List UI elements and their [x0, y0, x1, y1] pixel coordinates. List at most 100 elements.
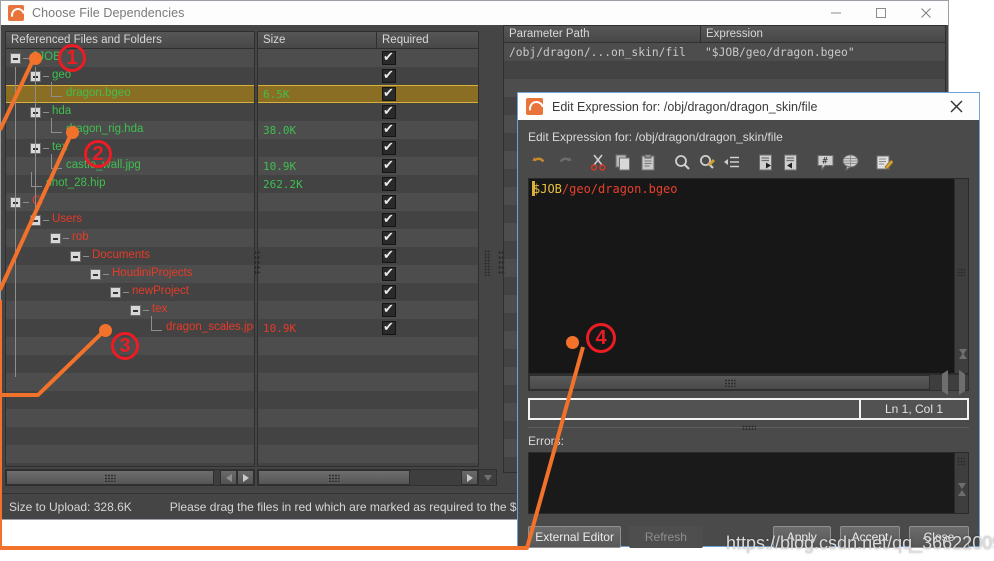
close-button[interactable] — [903, 1, 948, 25]
expand-collapse-icon[interactable] — [110, 286, 121, 298]
editor-status-field[interactable] — [528, 398, 859, 420]
insert-before-icon[interactable] — [780, 151, 803, 173]
required-cell[interactable] — [382, 193, 400, 211]
tree-node[interactable]: dragon_rig.hda — [50, 117, 143, 139]
editor-vscroll-grip[interactable] — [957, 268, 965, 278]
size-row[interactable] — [258, 211, 478, 229]
size-hscrollbar[interactable] — [257, 469, 479, 486]
tree-node[interactable]: rob — [50, 229, 89, 247]
tree-row[interactable]: tex — [6, 139, 254, 157]
required-cell[interactable] — [382, 103, 400, 121]
tree-node[interactable]: Users — [30, 211, 82, 229]
required-cell[interactable] — [382, 247, 400, 265]
panel-splitter-grip-2[interactable] — [498, 250, 505, 276]
maximize-button[interactable] — [858, 1, 903, 25]
required-cell[interactable] — [382, 301, 400, 319]
errors-scroll-down-button[interactable] — [958, 483, 966, 507]
tree-node[interactable]: dragon_scales.jpg — [150, 315, 254, 337]
tree-row[interactable]: geo — [6, 67, 254, 85]
checkmark-icon[interactable] — [382, 319, 396, 335]
required-cell[interactable] — [382, 211, 400, 229]
expand-collapse-icon[interactable] — [30, 214, 41, 226]
editor-vscrollbar[interactable] — [954, 179, 968, 373]
checkmark-icon[interactable] — [382, 265, 396, 281]
expand-collapse-icon[interactable] — [10, 52, 21, 64]
dialog-splitter[interactable] — [528, 424, 969, 432]
tree-row[interactable]: dragon.bgeo — [6, 81, 254, 103]
tree-size-splitter-grip[interactable] — [254, 250, 261, 276]
tree-rows[interactable]: $JOB geo dragon.bgeo hda dragon_rig.hda tex ca… — [6, 49, 254, 466]
tree-node[interactable]: Documents — [70, 247, 150, 265]
tree-row[interactable]: HoudiniProjects — [6, 265, 254, 283]
required-cell[interactable] — [382, 139, 400, 157]
size-row[interactable] — [258, 247, 478, 265]
indent-icon[interactable] — [721, 151, 744, 173]
required-cell[interactable] — [382, 157, 400, 175]
required-cell[interactable] — [382, 175, 400, 193]
required-cell[interactable] — [382, 319, 400, 337]
required-cell[interactable] — [382, 283, 400, 301]
errors-vscroll-grip[interactable] — [957, 457, 965, 466]
checkmark-icon[interactable] — [382, 283, 396, 299]
size-row[interactable] — [258, 67, 478, 85]
errors-vscrollbar[interactable] — [954, 453, 968, 513]
checkmark-icon[interactable] — [382, 175, 396, 191]
checkmark-icon[interactable] — [382, 193, 396, 209]
size-row[interactable]: 38.0K — [258, 121, 478, 139]
paste-icon[interactable] — [637, 151, 660, 173]
checkmark-icon[interactable] — [382, 229, 396, 245]
required-cell[interactable] — [382, 49, 400, 67]
size-scroll-right-button[interactable] — [461, 470, 478, 485]
tree-row[interactable]: hda — [6, 103, 254, 121]
expand-collapse-icon[interactable] — [70, 250, 81, 262]
panel-scroll-down-button[interactable] — [479, 469, 497, 486]
tree-row[interactable]: castle_wall.jpg — [6, 153, 254, 175]
tree-hscrollbar[interactable] — [5, 469, 255, 486]
checkmark-icon[interactable] — [382, 49, 396, 65]
scroll-down-arrow[interactable] — [479, 470, 496, 485]
editor-scroll-down-button[interactable] — [959, 349, 967, 369]
tree-row[interactable]: dragon_rig.hda — [6, 117, 254, 139]
size-row[interactable]: 10.9K — [258, 157, 478, 175]
minimize-button[interactable] — [813, 1, 858, 25]
param-row[interactable]: /obj/dragon/...on_skin/fil "$JOB/geo/drag… — [504, 43, 945, 61]
tree-node[interactable]: dragon.bgeo — [50, 81, 131, 102]
tree-node[interactable]: newProject — [110, 283, 189, 301]
tree-row[interactable]: C: — [6, 193, 254, 211]
copy-icon[interactable] — [612, 151, 635, 173]
size-rows[interactable]: 6.5K 38.0K 10.9K 262.2K 10.9K — [258, 49, 478, 466]
editor-hscroll-thumb[interactable] — [529, 375, 930, 390]
expand-collapse-icon[interactable] — [130, 304, 141, 316]
size-row[interactable] — [258, 193, 478, 211]
required-cell[interactable] — [382, 229, 400, 247]
redo-icon[interactable] — [553, 151, 576, 173]
tree-node[interactable]: tex — [130, 301, 167, 319]
tree-node[interactable]: castle_wall.jpg — [50, 153, 141, 175]
hash-comment-icon[interactable]: # — [814, 151, 837, 173]
checkmark-icon[interactable] — [382, 121, 396, 137]
required-cell[interactable] — [382, 265, 400, 283]
tree-node[interactable]: $JOB — [10, 49, 61, 67]
checkmark-icon[interactable] — [382, 211, 396, 227]
cut-icon[interactable] — [587, 151, 610, 173]
notes-icon[interactable] — [873, 151, 896, 173]
tree-scroll-right-button[interactable] — [237, 470, 254, 485]
tree-row[interactable]: shot_28.hip — [6, 171, 254, 193]
required-cell[interactable] — [382, 67, 400, 85]
tree-row[interactable]: Documents — [6, 247, 254, 265]
tree-row[interactable]: newProject — [6, 283, 254, 301]
size-row[interactable] — [258, 49, 478, 67]
size-hscroll-thumb[interactable] — [258, 470, 410, 485]
editor-hscrollbar[interactable] — [528, 369, 969, 395]
undo-icon[interactable] — [528, 151, 551, 173]
size-row[interactable] — [258, 283, 478, 301]
checkmark-icon[interactable] — [382, 157, 396, 173]
checkmark-icon[interactable] — [382, 247, 396, 263]
checkmark-icon[interactable] — [382, 139, 396, 155]
editor-hscroll-right-button[interactable] — [959, 369, 965, 395]
size-row[interactable] — [258, 265, 478, 283]
required-cell[interactable] — [382, 85, 400, 102]
size-row[interactable]: 262.2K — [258, 175, 478, 193]
size-row[interactable] — [258, 301, 478, 319]
checkmark-icon[interactable] — [382, 85, 396, 101]
